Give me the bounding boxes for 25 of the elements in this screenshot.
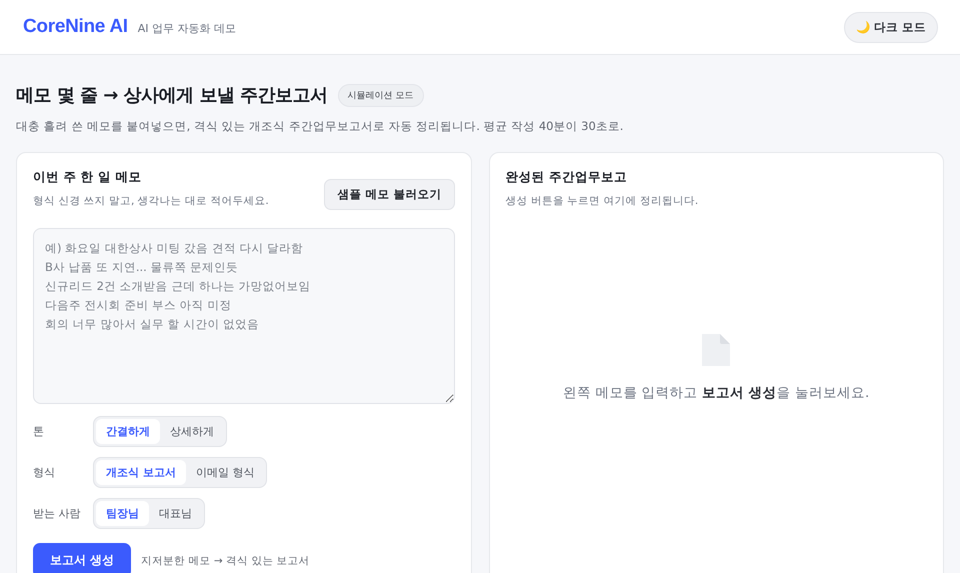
generate-note: 지저분한 메모 → 격식 있는 보고서 [141, 554, 310, 568]
option-label: 톤 [33, 424, 45, 439]
card-title: 이번 주 한 일 메모 [33, 169, 142, 186]
generate-report-button[interactable]: 보고서 생성 [33, 543, 132, 573]
memo-input-field[interactable]: 예) 화요일 대한상사 미팅 갔음 견적 다시 달라함 B사 납품 또 지연... 물류쪽 문제인듯 신규리드 2건 소개받음 근데 하나는 가망없어보임 다음주 전시회 준비 부스 아직 미정 회의 너무 많아서 실무 할 시간이 없었음 [33, 228, 454, 404]
option-button[interactable]: 대표님 [149, 501, 202, 526]
sample-memo-button[interactable]: 샘플 메모 불러오기 [324, 179, 454, 210]
option-label: 받는 사람 [33, 506, 82, 521]
empty-message: 왼쪽 메모를 입력하고 보고서 생성을 눌러보세요. [563, 384, 870, 402]
card-hint: 형식 신경 쓰지 말고, 생각나는 대로 적어두세요. [33, 194, 269, 208]
option-button[interactable]: 간결하게 [96, 419, 160, 444]
option-button[interactable]: 상세하게 [160, 419, 224, 444]
option-button[interactable]: 팀장님 [96, 501, 149, 526]
tagline: AI 업무 자동화 데모 [138, 21, 236, 36]
mode-badge: 시뮬레이션 모드 [338, 84, 424, 106]
page-title: 메모 몇 줄 → 상사에게 보낼 주간보고서 [16, 84, 328, 107]
document-icon [702, 334, 730, 366]
card-hint: 생성 버튼을 누르면 여기에 정리됩니다. [506, 194, 700, 208]
option-button[interactable]: 이메일 형식 [186, 460, 264, 485]
option-label: 형식 [33, 465, 56, 480]
card-title: 완성된 주간업무보고 [506, 169, 628, 186]
page-subtitle: 대충 흘려 쓴 메모를 붙여넣으면, 격식 있는 개조식 주간업무보고서로 자동 정리됩니다. 평균 작성 40분이 30초로. [16, 119, 624, 134]
option-button[interactable]: 개조식 보고서 [96, 460, 186, 485]
logo[interactable]: CoreNine AI [23, 16, 128, 38]
dark-mode-button[interactable]: 🌙 다크 모드 [844, 12, 938, 42]
